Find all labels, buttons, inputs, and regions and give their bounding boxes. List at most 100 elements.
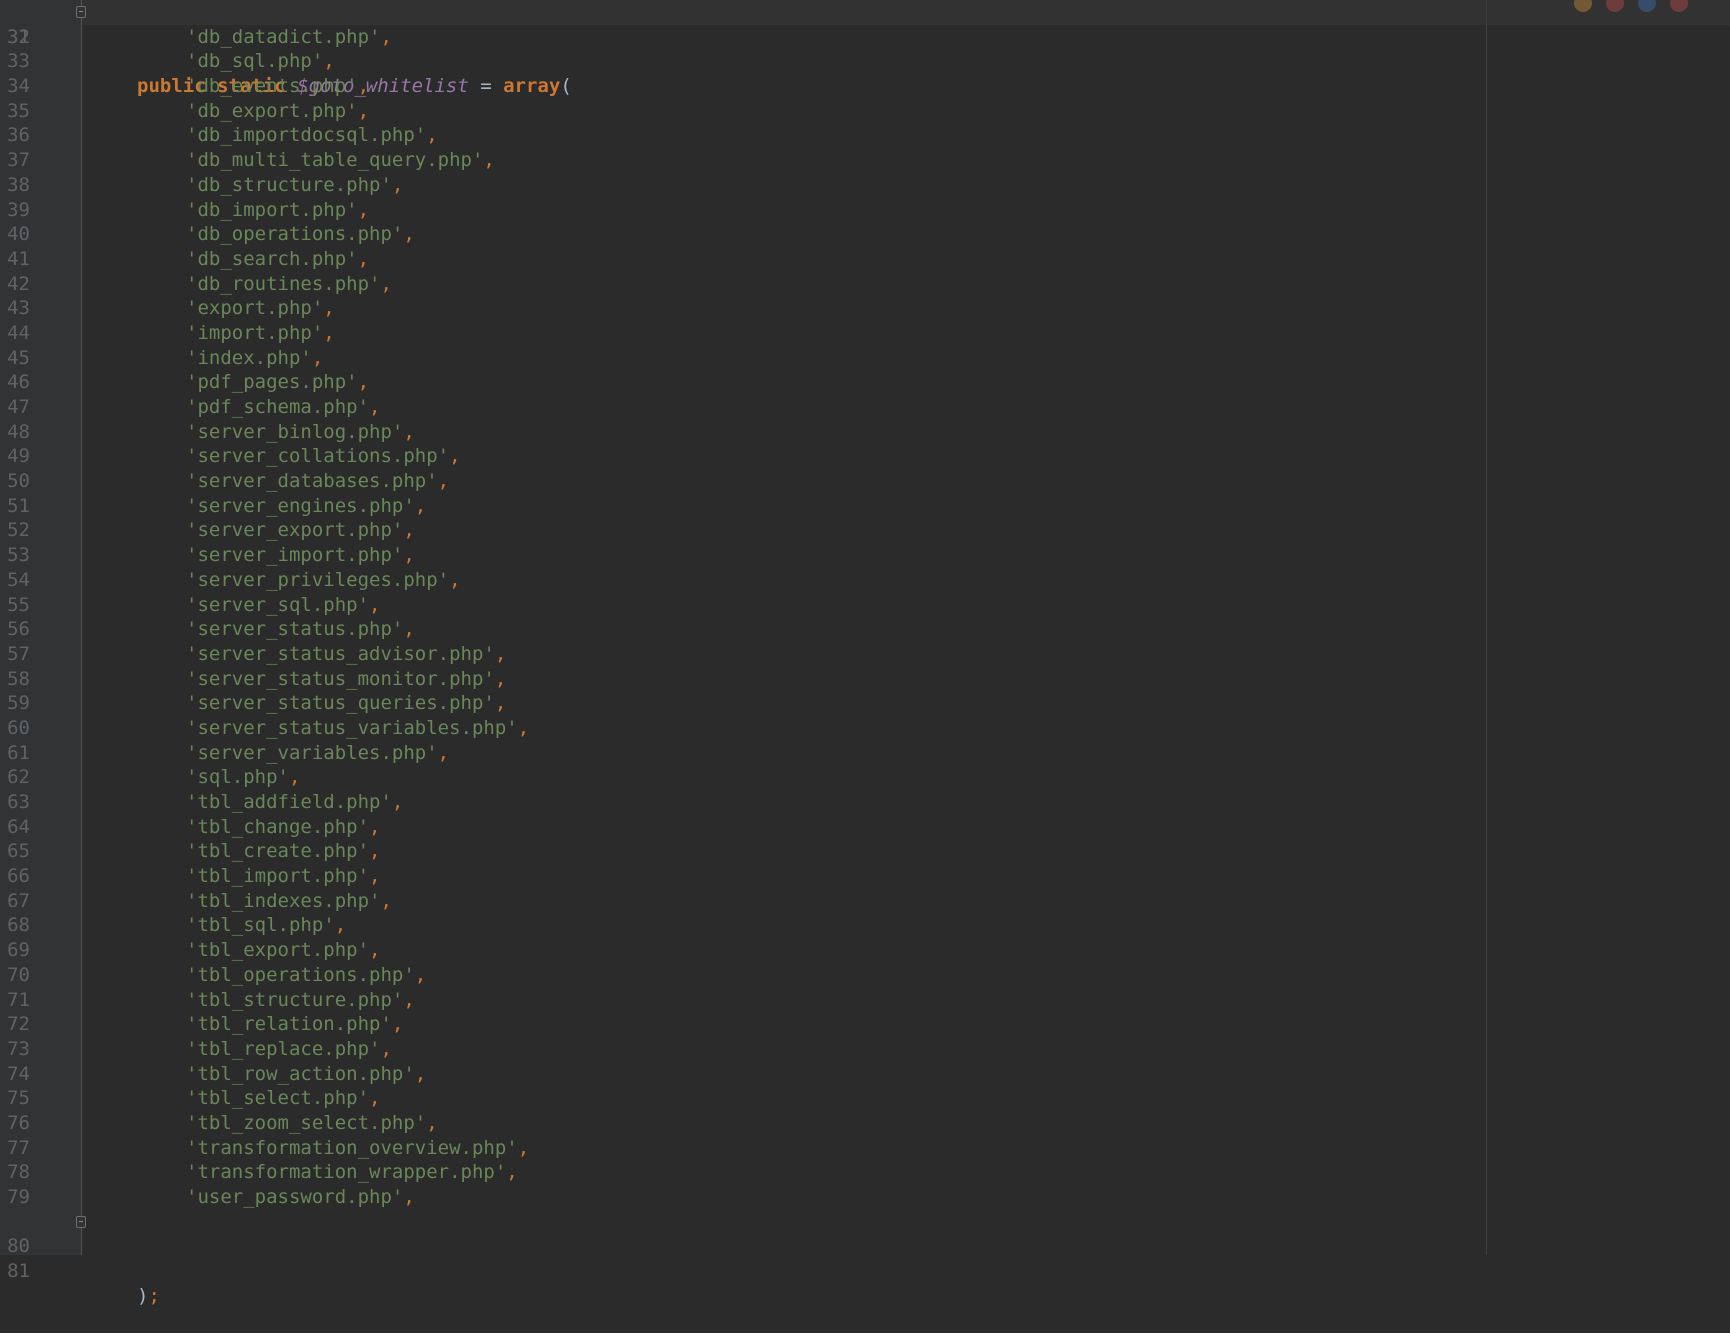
code-line-entry[interactable]: 33 'db_sql.php', — [0, 49, 1730, 74]
line-number: 51 — [7, 494, 30, 517]
string-literal: 'db_structure.php' — [186, 173, 392, 196]
code-line-entry[interactable]: 60 'server_status_variables.php', — [0, 716, 1730, 741]
code-line-entry[interactable]: 40 'db_operations.php', — [0, 222, 1730, 247]
code-editor[interactable]: 31 public static $goto_whitelist = array… — [0, 0, 1730, 1307]
string-literal: 'user_password.php' — [186, 1186, 404, 1208]
code-line-entry[interactable]: 72 'tbl_relation.php', — [0, 1012, 1730, 1037]
code-line-entry[interactable]: 48 'server_binlog.php', — [0, 420, 1730, 445]
line-number: 66 — [7, 865, 30, 888]
code-text: ); — [137, 1284, 160, 1309]
code-line-entry[interactable]: 73 'tbl_replace.php', — [0, 1037, 1730, 1062]
string-literal: 'db_datadict.php' — [186, 25, 381, 48]
string-literal: 'db_routines.php' — [186, 272, 381, 295]
string-literal: 'tbl_import.php' — [186, 865, 370, 888]
code-text: 'tbl_row_action.php', — [186, 1062, 426, 1087]
line-number: 32 — [7, 25, 30, 48]
code-line-entry[interactable]: 58 'server_status_monitor.php', — [0, 667, 1730, 692]
string-literal: 'tbl_indexes.php' — [186, 889, 381, 912]
code-text: 'db_importdocsql.php', — [186, 123, 438, 148]
code-line-entry[interactable]: 77 'transformation_overview.php', — [0, 1136, 1730, 1161]
code-text: 'server_privileges.php', — [186, 568, 461, 593]
comma: , — [391, 173, 404, 196]
code-line-entry[interactable]: 63 'tbl_addfield.php', — [0, 790, 1730, 815]
code-line-entry[interactable]: 43 'export.php', — [0, 296, 1730, 321]
code-line-entry[interactable]: 78 'transformation_wrapper.php', — [0, 1160, 1730, 1185]
code-line-entry[interactable]: 70 'tbl_operations.php', — [0, 963, 1730, 988]
code-line-entry[interactable]: 32 'db_datadict.php', — [0, 25, 1730, 50]
code-line-entry[interactable]: 44 'import.php', — [0, 321, 1730, 346]
code-line-entry[interactable]: 41 'db_search.php', — [0, 247, 1730, 272]
code-text: 'pdf_schema.php', — [186, 395, 380, 420]
string-literal: 'import.php' — [186, 321, 324, 344]
code-line-closing[interactable]: 80 ); — [0, 1210, 1730, 1307]
code-line-entry[interactable]: 55 'server_sql.php', — [0, 593, 1730, 618]
code-line-entry[interactable]: 64 'tbl_change.php', — [0, 815, 1730, 840]
string-literal: 'db_search.php' — [186, 247, 358, 270]
code-text: 'db_multi_table_query.php', — [186, 148, 495, 173]
code-line-entry[interactable]: 52 'server_export.php', — [0, 518, 1730, 543]
code-line-entry[interactable]: 39 'db_import.php', — [0, 198, 1730, 223]
code-text: 'export.php', — [186, 296, 335, 321]
code-line-entry[interactable]: 49 'server_collations.php', — [0, 444, 1730, 469]
code-line-entry[interactable]: 59 'server_status_queries.php', — [0, 691, 1730, 716]
code-text: 'server_collations.php', — [186, 444, 461, 469]
comma: , — [369, 593, 381, 616]
code-line-entry[interactable]: 51 'server_engines.php', — [0, 494, 1730, 519]
code-line-entry[interactable]: 75 'tbl_select.php', — [0, 1086, 1730, 1111]
code-line-entry[interactable]: 46 'pdf_pages.php', — [0, 370, 1730, 395]
code-line-entry[interactable]: 54 'server_privileges.php', — [0, 568, 1730, 593]
string-literal: 'tbl_structure.php' — [186, 988, 404, 1011]
code-line-entry[interactable]: 34 'db_events.php', — [0, 74, 1730, 99]
code-line-entry[interactable]: 74 'tbl_row_action.php', — [0, 1062, 1730, 1087]
code-line-entry[interactable]: 37 'db_multi_table_query.php', — [0, 148, 1730, 173]
fold-collapse-icon[interactable] — [76, 6, 86, 18]
code-text: 'db_structure.php', — [186, 173, 403, 198]
code-line-empty[interactable]: 81 — [0, 1234, 1730, 1282]
line-number: 52 — [7, 519, 30, 542]
comma: , — [369, 939, 381, 962]
comma: , — [449, 568, 461, 591]
code-line-entry[interactable]: 56 'server_status.php', — [0, 617, 1730, 642]
code-line-entry[interactable]: 67 'tbl_indexes.php', — [0, 889, 1730, 914]
string-literal: 'tbl_select.php' — [186, 1087, 370, 1110]
string-literal: 'transformation_wrapper.php' — [186, 1161, 507, 1184]
code-line-entry[interactable]: 45 'index.php', — [0, 346, 1730, 371]
code-text: 'db_import.php', — [186, 198, 369, 223]
code-text: 'tbl_export.php', — [186, 938, 380, 963]
code-line-entry[interactable]: 66 'tbl_import.php', — [0, 864, 1730, 889]
code-text: 'server_status_variables.php', — [186, 716, 529, 741]
comma: , — [380, 1037, 392, 1060]
code-line-entry[interactable]: 53 'server_import.php', — [0, 543, 1730, 568]
comma: , — [323, 321, 335, 344]
code-line-entry[interactable]: 76 'tbl_zoom_select.php', — [0, 1111, 1730, 1136]
code-line-entry[interactable]: 71 'tbl_structure.php', — [0, 988, 1730, 1013]
code-text: 'index.php', — [186, 346, 323, 371]
string-literal: 'server_import.php' — [186, 544, 404, 567]
code-lines[interactable]: 31 public static $goto_whitelist = array… — [0, 0, 1730, 1307]
code-line-entry[interactable]: 35 'db_export.php', — [0, 99, 1730, 124]
line-number: 64 — [7, 815, 30, 838]
code-line-entry[interactable]: 50 'server_databases.php', — [0, 469, 1730, 494]
code-line-entry[interactable]: 65 'tbl_create.php', — [0, 839, 1730, 864]
fold-end-icon[interactable] — [76, 1215, 86, 1228]
line-number: 35 — [7, 99, 30, 122]
comma: , — [323, 297, 335, 320]
code-line-entry[interactable]: 68 'tbl_sql.php', — [0, 913, 1730, 938]
line-number: 74 — [7, 1062, 30, 1085]
code-line-entry[interactable]: 47 'pdf_schema.php', — [0, 395, 1730, 420]
code-line-entry[interactable]: 79 'user_password.php', — [0, 1185, 1730, 1210]
code-line-entry[interactable]: 38 'db_structure.php', — [0, 173, 1730, 198]
code-line-entry[interactable]: 61 'server_variables.php', — [0, 741, 1730, 766]
comma: , — [357, 99, 370, 122]
line-number: 77 — [7, 1136, 30, 1159]
comma: , — [437, 470, 450, 493]
code-line-entry[interactable]: 42 'db_routines.php', — [0, 272, 1730, 297]
code-text: 'db_datadict.php', — [186, 25, 392, 50]
comma: , — [403, 618, 415, 641]
code-line-entry[interactable]: 36 'db_importdocsql.php', — [0, 123, 1730, 148]
string-literal: 'server_engines.php' — [186, 494, 415, 517]
code-line-entry[interactable]: 69 'tbl_export.php', — [0, 938, 1730, 963]
code-line-entry[interactable]: 62 'sql.php', — [0, 765, 1730, 790]
code-line-entry[interactable]: 57 'server_status_advisor.php', — [0, 642, 1730, 667]
code-line-declaration[interactable]: 31 public static $goto_whitelist = array… — [0, 0, 1730, 97]
